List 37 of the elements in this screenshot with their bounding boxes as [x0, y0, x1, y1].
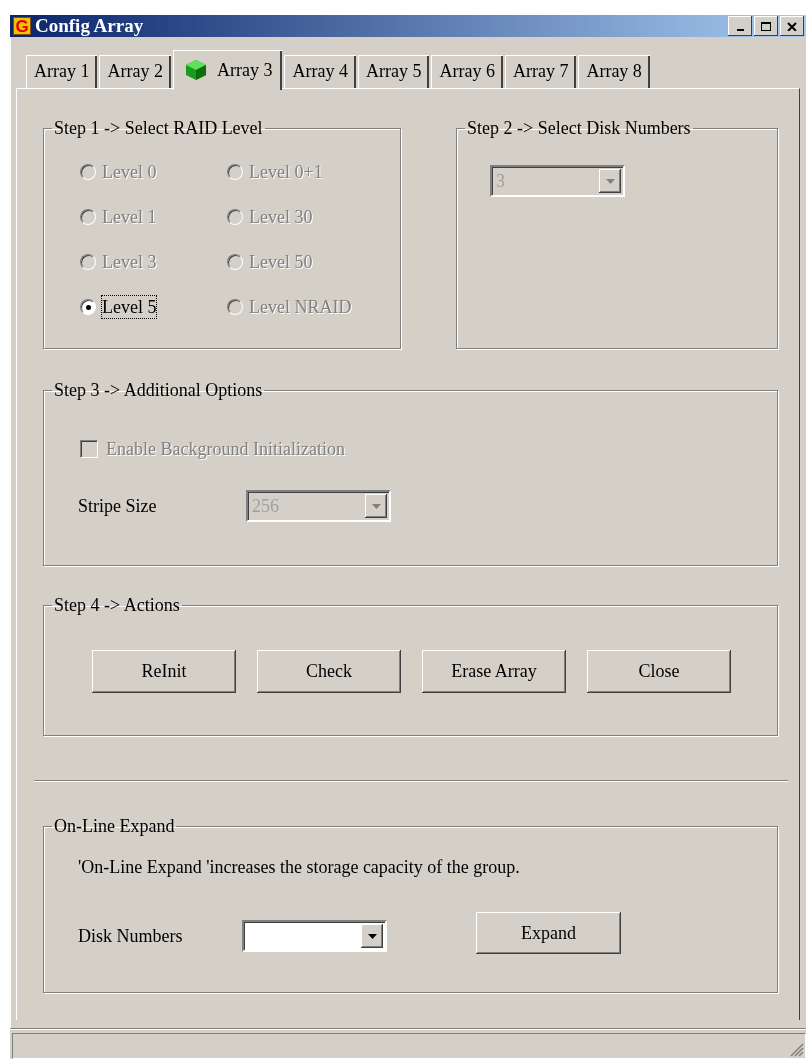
caret-icon	[605, 178, 615, 184]
cube-icon	[184, 59, 207, 81]
window-title: Config Array	[35, 15, 145, 37]
group-title: Step 3 -> Additional Options	[53, 380, 264, 400]
tab[interactable]: Array 6	[431, 55, 503, 88]
tab[interactable]: Array 8	[578, 55, 650, 88]
minimize-button[interactable]	[728, 16, 752, 36]
resize-grip-icon[interactable]	[790, 1043, 804, 1057]
minimize-icon	[736, 29, 744, 31]
group-title: Step 2 -> Select Disk Numbers	[466, 118, 692, 138]
tab[interactable]: Array 2	[99, 55, 171, 88]
radio-label[interactable]: Level 5	[102, 296, 157, 318]
description-text: 'On-Line Expand 'increases the storage capacity of the group.	[77, 856, 521, 878]
group-title: On-Line Expand	[53, 816, 176, 836]
action-button[interactable]: Check	[257, 650, 401, 693]
action-button[interactable]: Close	[587, 650, 731, 693]
tab[interactable]: Array 5	[357, 55, 430, 88]
radio-button[interactable]	[80, 299, 96, 315]
dropdown-field[interactable]	[242, 920, 387, 952]
maximize-icon	[761, 21, 771, 31]
expand-button[interactable]: Expand	[476, 912, 621, 954]
tab[interactable]: Array 4	[284, 55, 356, 88]
close-icon	[787, 21, 797, 31]
caret-icon	[367, 933, 377, 939]
tab[interactable]: Array 7	[504, 55, 577, 88]
field-label: Stripe Size	[78, 495, 158, 517]
field-label: Disk Numbers	[78, 925, 184, 947]
group-title: Step 4 -> Actions	[53, 595, 181, 615]
group-title: Step 1 -> Select RAID Level	[53, 118, 264, 138]
maximize-button[interactable]	[754, 16, 778, 36]
app-icon: G	[13, 17, 31, 35]
close-button[interactable]	[780, 16, 804, 36]
tab[interactable]: Array 1	[26, 55, 98, 88]
action-button[interactable]: ReInit	[92, 650, 236, 693]
tab[interactable]: Array 3	[172, 50, 283, 90]
caret-icon	[371, 503, 381, 509]
action-button[interactable]: Erase Array	[422, 650, 566, 693]
